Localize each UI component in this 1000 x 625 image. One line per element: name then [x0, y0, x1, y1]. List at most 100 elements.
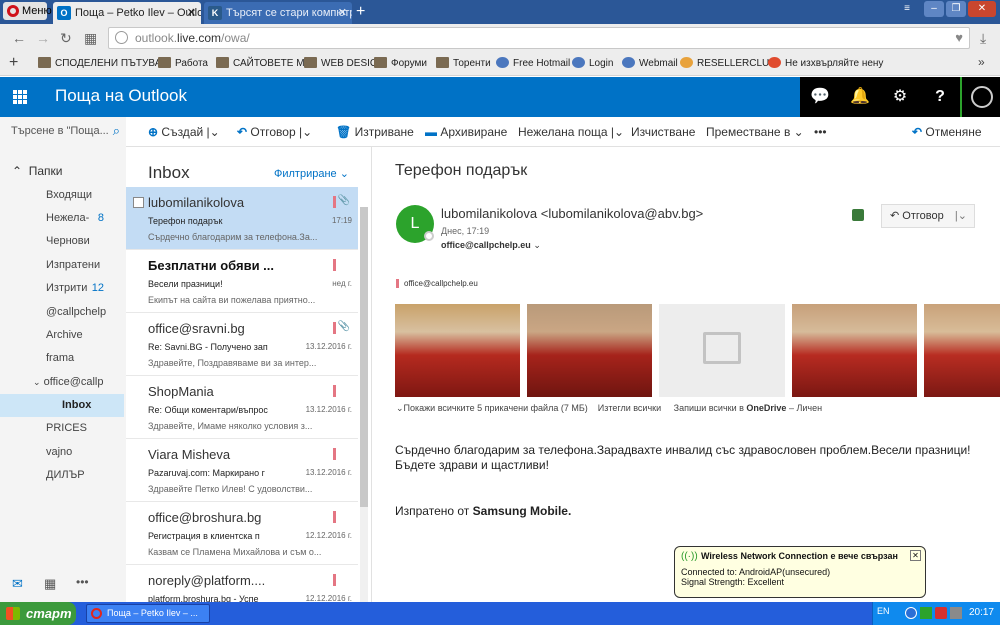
folder-item-junk[interactable]: Нежела- 8	[0, 207, 124, 230]
minimize-button[interactable]: –	[924, 1, 944, 17]
junk-button[interactable]: Нежелана поща |⌄	[518, 125, 624, 139]
tab-menu-icon[interactable]: ≡	[897, 1, 917, 17]
bell-icon[interactable]: 🔔	[840, 77, 880, 117]
folder-item-archive[interactable]: Archive	[0, 324, 124, 347]
expand-icon[interactable]: ⌄	[533, 240, 541, 250]
attachment-thumbnail[interactable]	[527, 304, 652, 397]
folder-item-dealer[interactable]: ДИЛЪР	[0, 464, 124, 487]
close-icon[interactable]: ✕	[910, 550, 921, 561]
bookmark-item[interactable]: RESELLERCLUB	[680, 56, 776, 71]
undo-button[interactable]: ↶ Отменяне	[912, 125, 982, 139]
save-to-onedrive-link[interactable]: Запиши всички в OneDrive – Личен	[674, 403, 822, 413]
scrollbar-thumb[interactable]	[360, 207, 368, 507]
speed-dial-icon[interactable]: ▦	[84, 30, 97, 47]
more-apps-icon[interactable]: •••	[76, 575, 89, 589]
list-item[interactable]: Viara Misheva Pazaruvaj.com: Маркирано г…	[126, 439, 358, 502]
calendar-icon[interactable]: ▦	[44, 576, 56, 592]
folders-header[interactable]: ⌃ Папки	[12, 164, 62, 178]
account-avatar[interactable]	[960, 77, 1000, 117]
folder-item-sent[interactable]: Изпратени	[0, 254, 124, 277]
select-checkbox[interactable]	[133, 197, 144, 208]
folder-item-inbox[interactable]: Входящи	[0, 184, 124, 207]
bookmark-item[interactable]: Login	[572, 56, 613, 71]
chat-icon[interactable]: 💬	[800, 77, 840, 117]
more-commands-button[interactable]: •••	[814, 125, 827, 139]
bookmark-item[interactable]: Торенти	[436, 56, 491, 71]
attachment-thumbnail[interactable]	[659, 304, 785, 397]
tray-app-icon[interactable]	[950, 607, 962, 619]
move-button[interactable]: Преместване в ⌄	[706, 125, 804, 139]
bookmark-item[interactable]: Free Hotmail	[496, 56, 570, 71]
close-tab-icon[interactable]: ✕	[187, 2, 196, 24]
folder-item-frama[interactable]: frama	[0, 347, 124, 370]
create-button[interactable]: ⊕ Създай |⌄	[148, 125, 220, 139]
flag-icon[interactable]	[333, 385, 336, 397]
attachment-thumbnail[interactable]	[792, 304, 917, 397]
network-notification[interactable]: ((·)) Wireless Network Connection е вече…	[674, 546, 926, 598]
folder-item-drafts[interactable]: Чернови	[0, 230, 124, 253]
list-item[interactable]: office@sravni.bg 📎 Re: Savni.BG - Получе…	[126, 313, 358, 376]
close-tab-icon[interactable]: ✕	[338, 2, 347, 24]
archive-button[interactable]: ▬ Архивиране	[425, 125, 507, 139]
opera-menu-button[interactable]: Меню	[3, 2, 52, 20]
flag-icon[interactable]	[333, 259, 336, 271]
reply-button[interactable]: ↶ Отговор |⌄	[237, 125, 312, 139]
sender-address[interactable]: lubomilanikolova <lubomilanikolova@abv.b…	[441, 206, 703, 221]
clock[interactable]: 20:17	[969, 607, 994, 618]
flag-icon[interactable]	[333, 511, 336, 523]
list-item[interactable]: lubomilanikolova 📎 Терефон подарък 17:19…	[126, 187, 358, 250]
download-all-link[interactable]: Изтегли всички	[598, 403, 661, 413]
folder-item-office[interactable]: ⌄ office@callp	[0, 371, 124, 394]
tab-computers[interactable]: K Търсят се стари компютри ✕	[204, 2, 352, 24]
flag-icon[interactable]	[333, 448, 336, 460]
recipient[interactable]: office@callpchelp.eu ⌄	[441, 240, 541, 251]
mail-icon[interactable]: ✉	[12, 576, 23, 592]
bookmark-item[interactable]: СПОДЕЛЕНИ ПЪТУВАН	[38, 56, 169, 71]
new-tab-button[interactable]: +	[356, 2, 365, 22]
tab-outlook[interactable]: O Поща – Petko Ilev – Outlook ✕	[53, 2, 201, 24]
delete-button[interactable]: 🗑 Изтриване	[336, 125, 414, 139]
sweep-button[interactable]: Изчистване	[631, 125, 695, 139]
network-icon[interactable]	[920, 607, 932, 619]
folder-item-prices[interactable]: PRICES	[0, 417, 124, 440]
folder-item-office-inbox[interactable]: Inbox	[0, 394, 124, 417]
folder-item-deleted[interactable]: Изтрити 12	[0, 277, 124, 300]
list-item[interactable]: Безплатни обяви ... Весели празници! нед…	[126, 250, 358, 313]
category-tag[interactable]: office@callpchelp.eu	[396, 279, 478, 288]
maximize-button[interactable]: ❐	[946, 1, 966, 17]
bookmark-item[interactable]: Webmail	[622, 56, 678, 71]
add-bookmark-icon[interactable]: +	[9, 54, 18, 72]
reload-icon[interactable]: ↻	[60, 30, 72, 47]
app-launcher-icon[interactable]	[0, 77, 40, 117]
list-item[interactable]: office@broshura.bg Регистрация в клиентс…	[126, 502, 358, 565]
flag-icon[interactable]	[333, 574, 336, 586]
language-indicator[interactable]: EN	[877, 606, 890, 616]
folder-item-callpchelp[interactable]: @callpchelp	[0, 301, 124, 324]
flag-icon[interactable]	[333, 322, 336, 334]
help-icon[interactable]: ?	[920, 77, 960, 117]
start-button[interactable]: старт	[0, 602, 76, 625]
bookmark-item[interactable]: Не изхвърляйте нену	[768, 56, 883, 71]
show-attachments-link[interactable]: ⌄Покажи всичките 5 прикачени файла (7 МБ…	[396, 403, 588, 413]
search-input[interactable]: Търсене в "Поща... ⌕	[0, 117, 126, 147]
flag-icon[interactable]	[333, 196, 336, 208]
taskbar-item-opera[interactable]: Поща – Petko Ilev – ...	[86, 604, 210, 623]
attachment-thumbnail[interactable]	[924, 304, 1000, 397]
folder-item-vajno[interactable]: vajno	[0, 441, 124, 464]
attachment-thumbnail[interactable]	[395, 304, 520, 397]
close-window-button[interactable]: ✕	[968, 1, 996, 17]
bookmark-item[interactable]: Форуми	[374, 56, 427, 71]
more-bookmarks-icon[interactable]: »	[978, 55, 985, 69]
address-field[interactable]: outlook.live.com/owa/ ♥	[108, 27, 970, 49]
bookmark-item[interactable]: Работа	[158, 56, 208, 71]
antivirus-icon[interactable]	[935, 607, 947, 619]
download-icon[interactable]: ⤓	[980, 30, 986, 47]
heart-icon[interactable]: ♥	[955, 28, 963, 48]
back-icon[interactable]: ←	[12, 30, 26, 46]
list-item[interactable]: ShopMania Re: Общи коментари/въпрос 13.1…	[126, 376, 358, 439]
search-icon[interactable]: ⌕	[113, 123, 120, 139]
gear-icon[interactable]: ⚙	[880, 77, 920, 117]
bookmark-item[interactable]: WEB DESIG	[304, 56, 378, 71]
contact-card-icon[interactable]	[852, 209, 864, 221]
reply-button[interactable]: ↶ Отговор |⌄	[881, 204, 975, 228]
